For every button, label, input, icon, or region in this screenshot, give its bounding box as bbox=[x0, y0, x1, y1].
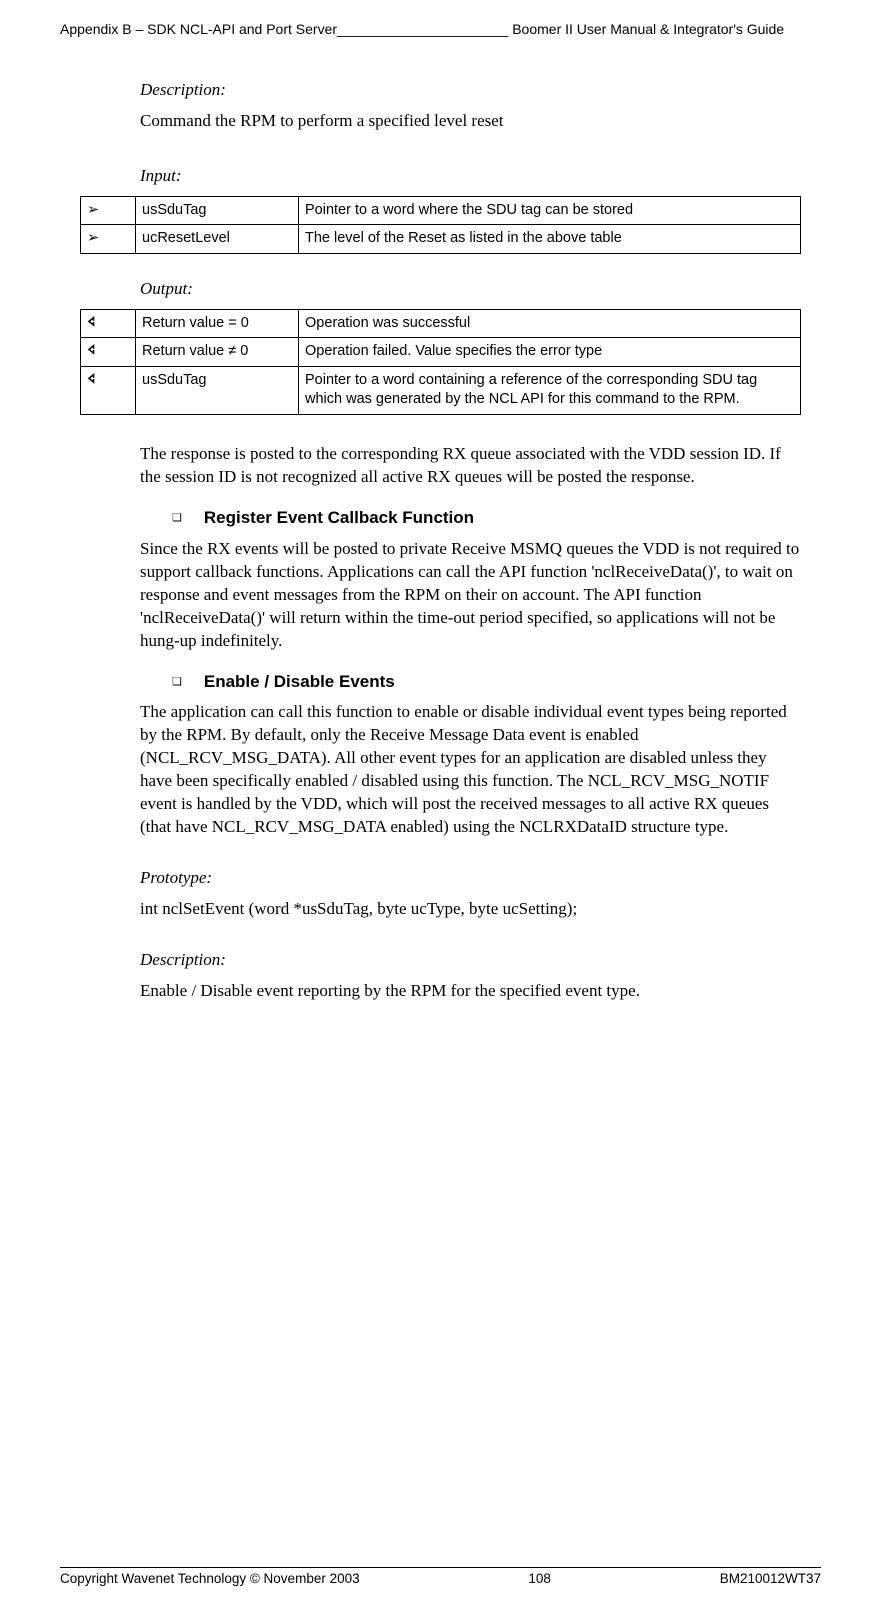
footer-right: BM210012WT37 bbox=[720, 1570, 821, 1588]
table-row: 🢔 usSduTag Pointer to a word containing … bbox=[81, 366, 801, 414]
description2-text: Enable / Disable event reporting by the … bbox=[140, 980, 801, 1003]
row-name: usSduTag bbox=[136, 196, 299, 225]
enable-disable-text: The application can call this function t… bbox=[140, 701, 801, 839]
description2-label: Description: bbox=[140, 949, 801, 972]
row-symbol: ➢ bbox=[81, 225, 136, 254]
square-bullet-icon: ❏ bbox=[172, 511, 182, 526]
footer-page-number: 108 bbox=[528, 1570, 551, 1588]
row-desc: Pointer to a word where the SDU tag can … bbox=[299, 196, 801, 225]
prototype-text: int nclSetEvent (word *usSduTag, byte uc… bbox=[140, 898, 801, 921]
row-name: Return value ≠ 0 bbox=[136, 338, 299, 367]
row-desc: Operation was successful bbox=[299, 309, 801, 338]
row-desc: The level of the Reset as listed in the … bbox=[299, 225, 801, 254]
row-symbol: 🢔 bbox=[81, 366, 136, 414]
row-desc: Pointer to a word containing a reference… bbox=[299, 366, 801, 414]
table-row: 🢔 Return value = 0 Operation was success… bbox=[81, 309, 801, 338]
table-row: ➢ usSduTag Pointer to a word where the S… bbox=[81, 196, 801, 225]
description-text: Command the RPM to perform a specified l… bbox=[140, 110, 801, 133]
subheading-register-callback: ❏ Register Event Callback Function bbox=[140, 507, 801, 530]
table-row: ➢ ucResetLevel The level of the Reset as… bbox=[81, 225, 801, 254]
description-label: Description: bbox=[140, 79, 801, 102]
square-bullet-icon: ❏ bbox=[172, 675, 182, 690]
footer-left: Copyright Wavenet Technology © November … bbox=[60, 1570, 360, 1588]
input-label: Input: bbox=[140, 165, 801, 188]
page-header: Appendix B – SDK NCL-API and Port Server… bbox=[60, 20, 821, 39]
row-desc: Operation failed. Value specifies the er… bbox=[299, 338, 801, 367]
page-footer: Copyright Wavenet Technology © November … bbox=[60, 1567, 821, 1588]
row-name: ucResetLevel bbox=[136, 225, 299, 254]
row-symbol: 🢔 bbox=[81, 338, 136, 367]
row-name: usSduTag bbox=[136, 366, 299, 414]
prototype-label: Prototype: bbox=[140, 867, 801, 890]
response-paragraph: The response is posted to the correspond… bbox=[140, 443, 801, 489]
register-callback-text: Since the RX events will be posted to pr… bbox=[140, 538, 801, 653]
row-symbol: 🢔 bbox=[81, 309, 136, 338]
output-table: 🢔 Return value = 0 Operation was success… bbox=[80, 309, 801, 415]
row-symbol: ➢ bbox=[81, 196, 136, 225]
output-label: Output: bbox=[140, 278, 801, 301]
subheading-title: Register Event Callback Function bbox=[204, 507, 474, 530]
subheading-title: Enable / Disable Events bbox=[204, 671, 395, 694]
subheading-enable-disable: ❏ Enable / Disable Events bbox=[140, 671, 801, 694]
input-table: ➢ usSduTag Pointer to a word where the S… bbox=[80, 196, 801, 254]
row-name: Return value = 0 bbox=[136, 309, 299, 338]
table-row: 🢔 Return value ≠ 0 Operation failed. Val… bbox=[81, 338, 801, 367]
